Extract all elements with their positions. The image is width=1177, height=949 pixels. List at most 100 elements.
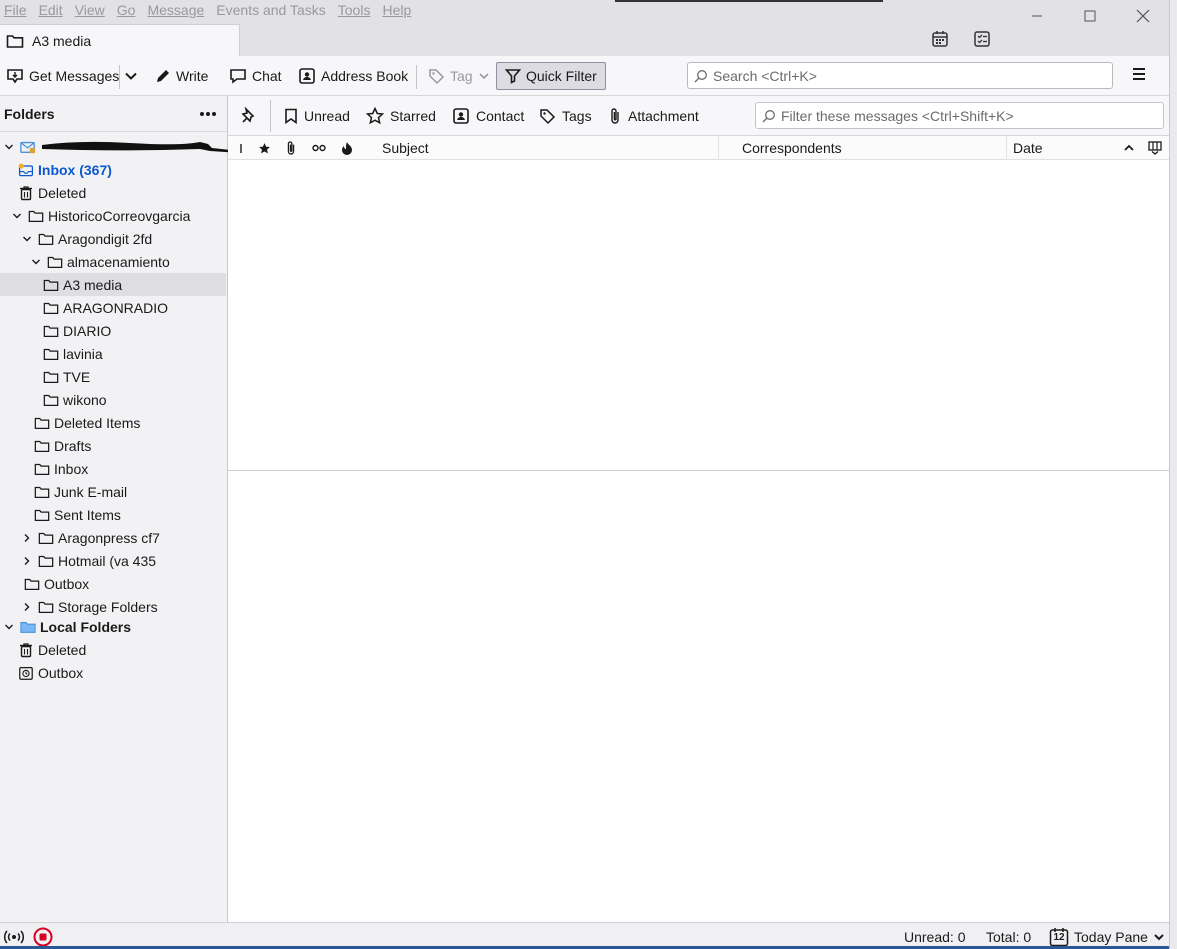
folder-lavinia[interactable]: lavinia <box>0 342 226 365</box>
folder-icon <box>38 599 54 615</box>
offline-indicator-icon[interactable] <box>33 927 53 947</box>
folder-label: Deleted Items <box>54 414 141 431</box>
folder-hotmail[interactable]: Hotmail (va 435 <box>0 549 226 572</box>
more-options-icon[interactable] <box>199 111 217 117</box>
tags-filter-button[interactable]: Tags <box>539 104 592 128</box>
tab-a3-media[interactable]: A3 media <box>0 24 240 56</box>
folder-aragondigit[interactable]: Aragondigit 2fd <box>0 227 226 250</box>
folder-a3-media[interactable]: A3 media <box>0 273 226 296</box>
inbox-icon <box>18 162 34 178</box>
local-folder-outbox[interactable]: Outbox <box>0 661 226 684</box>
chevron-down-icon[interactable] <box>20 232 34 246</box>
junk-column-icon[interactable] <box>341 136 353 160</box>
attachment-filter-button[interactable]: Attachment <box>608 104 699 128</box>
starred-filter-button[interactable]: Starred <box>366 104 436 128</box>
folder-wikono[interactable]: wikono <box>0 388 226 411</box>
toolbar-separator <box>119 65 120 89</box>
folder-inbox[interactable]: Inbox (367) <box>0 158 226 181</box>
calendar-day-icon: 12 <box>1049 927 1069 947</box>
folder-aragonpress[interactable]: Aragonpress cf7 <box>0 526 226 549</box>
chat-button[interactable]: Chat <box>229 62 282 90</box>
chat-icon <box>229 68 247 84</box>
folder-outbox[interactable]: Outbox <box>0 572 226 595</box>
app-menu-button[interactable] <box>1131 66 1147 82</box>
menu-events-and-tasks[interactable]: Events and Tasks <box>216 2 325 18</box>
menu-message[interactable]: Message <box>147 2 204 18</box>
star-column-icon[interactable] <box>258 136 271 160</box>
mail-account-icon <box>20 139 36 155</box>
search-placeholder: Search <Ctrl+K> <box>713 67 817 84</box>
folder-icon <box>28 208 44 224</box>
menu-go[interactable]: Go <box>117 2 136 18</box>
today-pane-edge <box>1169 0 1177 949</box>
folder-icon <box>43 323 59 339</box>
menu-file[interactable]: File <box>4 2 27 18</box>
attachment-column-icon[interactable] <box>285 136 297 160</box>
minimize-button[interactable] <box>1010 0 1063 32</box>
unread-filter-button[interactable]: Unread <box>284 104 350 128</box>
column-separator <box>718 136 719 160</box>
quick-filter-button[interactable]: Quick Filter <box>496 62 606 90</box>
get-messages-button[interactable]: Get Messages <box>6 62 119 90</box>
address-book-button[interactable]: Address Book <box>298 62 408 90</box>
close-button[interactable] <box>1116 0 1169 32</box>
get-messages-dropdown[interactable] <box>124 62 138 90</box>
chevron-up-icon[interactable] <box>1123 136 1135 160</box>
online-status-icon[interactable] <box>4 927 24 947</box>
chevron-down-icon[interactable] <box>2 620 16 634</box>
chevron-down-icon[interactable] <box>10 209 24 223</box>
chevron-down-icon[interactable] <box>29 255 43 269</box>
menu-view[interactable]: View <box>75 2 105 18</box>
read-status-column-icon[interactable] <box>312 136 326 160</box>
chevron-down-icon <box>478 70 490 82</box>
account-row[interactable] <box>0 135 240 158</box>
chevron-down-icon[interactable] <box>2 140 16 154</box>
global-search-input[interactable]: Search <Ctrl+K> <box>687 62 1113 89</box>
folder-historicocorreovgarcia[interactable]: HistoricoCorreovgarcia <box>0 204 226 227</box>
maximize-button[interactable] <box>1063 0 1116 32</box>
folder-label: Drafts <box>54 437 92 454</box>
local-folders-row[interactable]: Local Folders <box>0 615 226 638</box>
folder-aragonradio[interactable]: ARAGONRADIO <box>0 296 226 319</box>
folder-almacenamiento[interactable]: almacenamiento <box>0 250 226 273</box>
folder-junk-email[interactable]: Junk E-mail <box>0 480 226 503</box>
filter-messages-input[interactable]: Filter these messages <Ctrl+Shift+K> <box>755 102 1164 129</box>
chevron-right-icon[interactable] <box>20 531 34 545</box>
folder-label: Inbox (367) <box>38 161 112 178</box>
folder-label: Sent Items <box>54 506 121 523</box>
tasks-icon[interactable] <box>972 29 992 49</box>
tag-button[interactable]: Tag <box>428 62 490 90</box>
menu-tools[interactable]: Tools <box>338 2 371 18</box>
calendar-icon[interactable] <box>930 29 950 49</box>
folder-tve[interactable]: TVE <box>0 365 226 388</box>
folder-icon <box>24 576 40 592</box>
folder-sent-items[interactable]: Sent Items <box>0 503 226 526</box>
folder-icon <box>43 346 59 362</box>
folder-label: almacenamiento <box>67 253 170 270</box>
folder-deleted[interactable]: Deleted <box>0 181 226 204</box>
column-picker-icon[interactable] <box>1148 136 1162 160</box>
folder-diario[interactable]: DIARIO <box>0 319 226 342</box>
menu-edit[interactable]: Edit <box>39 2 63 18</box>
chevron-right-icon[interactable] <box>20 554 34 568</box>
title-bar: File Edit View Go Message Events and Tas… <box>0 0 1169 56</box>
date-column-header[interactable]: Date <box>1013 136 1043 160</box>
today-pane-toggle[interactable]: 12 Today Pane <box>1049 927 1165 947</box>
filter-icon <box>505 68 521 84</box>
message-pane-splitter[interactable] <box>228 470 1169 471</box>
contact-filter-button[interactable]: Contact <box>452 104 524 128</box>
sticky-filter-button[interactable] <box>240 104 258 128</box>
thread-column-icon[interactable] <box>238 136 244 160</box>
subject-column-header[interactable]: Subject <box>382 136 429 160</box>
menu-help[interactable]: Help <box>382 2 411 18</box>
folder-label: Inbox <box>54 460 89 477</box>
folder-drafts[interactable]: Drafts <box>0 434 226 457</box>
folder-pane-title: Folders <box>4 105 55 122</box>
bookmark-icon <box>284 108 298 124</box>
folder-inbox-sub[interactable]: Inbox <box>0 457 226 480</box>
local-folder-deleted[interactable]: Deleted <box>0 638 226 661</box>
folder-deleted-items[interactable]: Deleted Items <box>0 411 226 434</box>
chevron-right-icon[interactable] <box>20 600 34 614</box>
correspondents-column-header[interactable]: Correspondents <box>742 136 842 160</box>
write-button[interactable]: Write <box>155 62 208 90</box>
